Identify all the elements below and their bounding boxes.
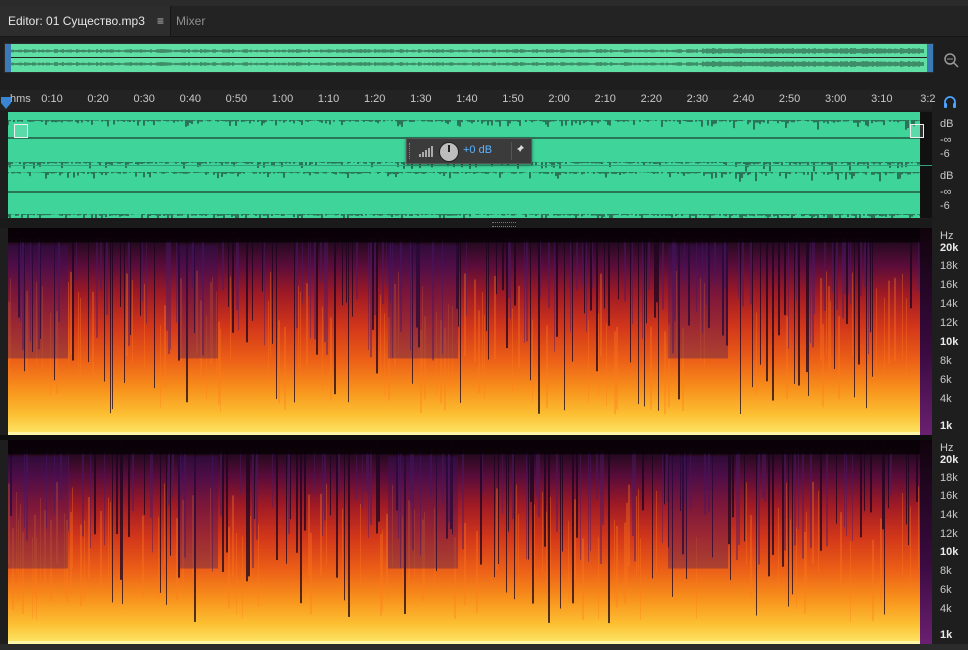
ruler-tick: 3:2	[920, 93, 936, 105]
db-label: -∞	[940, 134, 952, 146]
hz-label: 14k	[940, 508, 958, 521]
db-label: -∞	[940, 186, 952, 198]
spectral-end-fade	[920, 228, 932, 435]
channel-separator	[8, 165, 932, 166]
hz-label: 6k	[940, 583, 952, 596]
ruler-tick: 0:10	[41, 93, 63, 105]
spectral-streaks	[8, 228, 920, 415]
fade-in-handle[interactable]	[14, 124, 28, 138]
amplitude-hud[interactable]: +0 dB	[406, 138, 532, 164]
waveform-display[interactable]	[8, 112, 932, 218]
hz-label: 6k	[940, 374, 952, 386]
ruler-unit: hms	[10, 93, 31, 105]
spectral-end-fade	[920, 440, 932, 644]
hz-label: 10k	[940, 336, 959, 348]
tab-mixer[interactable]: Mixer	[168, 6, 213, 36]
pin-icon[interactable]	[511, 142, 528, 160]
ruler-tick: 2:20	[640, 93, 663, 105]
ruler-tick: 0:50	[225, 93, 248, 105]
hz-label: 18k	[940, 260, 958, 272]
hz-label: 1k	[940, 629, 953, 642]
hz-label: 18k	[940, 471, 958, 484]
hz-label: 20k	[940, 242, 959, 254]
time-ruler[interactable]: hms 0:10 0:20 0:30 0:40 0:50 1:00 1:10 1:20 1:30…	[0, 90, 936, 110]
hz-label: 1k	[940, 420, 953, 432]
playhead-marker[interactable]	[0, 96, 12, 110]
ruler-tick: 1:30	[410, 93, 432, 105]
hz-label: 8k	[940, 565, 952, 578]
ruler-tick: 3:00	[824, 93, 847, 105]
ruler-tick: 0:20	[87, 93, 109, 105]
db-unit-ch1: dB	[940, 118, 954, 130]
ruler-tick: 1:50	[502, 93, 524, 105]
panel-tab-bar: Editor: 01 Существо.mp3 ≡ Mixer	[0, 6, 968, 37]
ruler-tick: 2:50	[778, 93, 801, 105]
tab-editor[interactable]: Editor: 01 Существо.mp3 ≡	[0, 6, 171, 36]
hz-unit: Hz	[940, 230, 954, 242]
ruler-tick: 2:40	[732, 93, 755, 105]
db-label: -6	[940, 148, 950, 160]
spectral-display-ch1[interactable]	[8, 228, 932, 435]
hz-label: 16k	[940, 279, 958, 291]
volume-knob[interactable]	[439, 142, 459, 162]
spectral-streaks	[8, 440, 920, 624]
ruler-tick: 0:40	[179, 93, 202, 105]
ruler-tick: 2:00	[548, 93, 570, 105]
hz-label: 8k	[940, 355, 952, 367]
db-unit-ch2: dB	[940, 170, 954, 182]
ruler-tick: 2:10	[594, 93, 616, 105]
tab-editor-label: Editor: 01 Существо.mp3	[8, 14, 145, 28]
overview-waveform	[11, 48, 924, 67]
divider-grip[interactable]	[492, 222, 516, 227]
spectral-display-ch2[interactable]	[8, 440, 932, 644]
panel-menu-icon[interactable]: ≡	[157, 6, 164, 36]
overview-right-handle[interactable]	[927, 44, 933, 72]
db-label: -6	[940, 200, 950, 212]
ruler-tick: 1:40	[456, 93, 478, 105]
headphone-icon[interactable]	[942, 94, 958, 110]
ruler-tick: 2:30	[686, 93, 709, 105]
hz-unit: Hz	[940, 442, 954, 454]
ruler-tick: 1:00	[271, 93, 294, 105]
overview-navigator[interactable]	[4, 43, 934, 73]
hz-label: 16k	[940, 490, 958, 503]
volume-bars-icon	[419, 146, 433, 157]
hz-label: 4k	[940, 602, 952, 615]
hz-label: 12k	[940, 527, 958, 540]
ruler-tick: 0:30	[133, 93, 155, 105]
hz-label: 14k	[940, 298, 958, 310]
view-divider[interactable]	[0, 219, 932, 228]
hz-label: 20k	[940, 453, 959, 466]
ruler-tick: 3:10	[871, 93, 893, 105]
zoom-navigator-icon[interactable]	[942, 51, 960, 69]
hz-label: 10k	[940, 546, 959, 559]
hz-label: 4k	[940, 393, 952, 405]
bottom-strip	[0, 644, 968, 650]
amplitude-value[interactable]: +0 dB	[463, 144, 492, 156]
hud-grip[interactable]	[409, 143, 414, 159]
hz-label: 12k	[940, 317, 958, 329]
ruler-tick: 1:20	[363, 93, 386, 105]
ruler-tick: 1:10	[317, 93, 340, 105]
fade-out-handle[interactable]	[910, 124, 924, 138]
